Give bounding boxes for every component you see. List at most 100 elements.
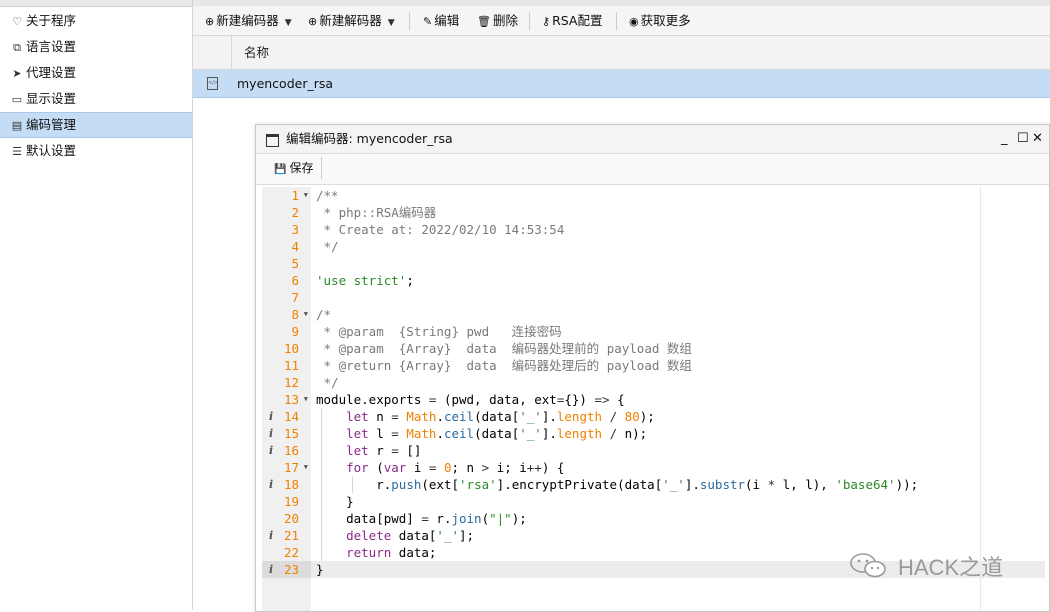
info-annotation-icon[interactable]: i bbox=[269, 442, 273, 459]
grid-header-gutter bbox=[193, 36, 232, 69]
sidebar-item-display[interactable]: ▭ 显示设置 bbox=[0, 86, 192, 112]
line-number[interactable]: 9 bbox=[262, 323, 311, 340]
column-header-name[interactable]: 名称 bbox=[244, 36, 269, 69]
code-line[interactable]: data[pwd] = r.join("|"); bbox=[311, 510, 1045, 527]
grid-header: 名称 bbox=[193, 36, 1050, 70]
code-line[interactable]: let n = Math.ceil(data['_'].length / 80)… bbox=[311, 408, 1045, 425]
fold-toggle-icon[interactable]: ▼ bbox=[304, 187, 308, 204]
indent-guide bbox=[321, 493, 322, 510]
line-number[interactable]: 19 bbox=[262, 493, 311, 510]
save-button[interactable]: 💾 保存 bbox=[266, 157, 323, 179]
line-number[interactable]: 13 ▼ bbox=[262, 391, 311, 408]
delete-button[interactable]: 🗑 删除 bbox=[477, 10, 518, 32]
line-number[interactable]: i 23 bbox=[262, 561, 311, 578]
indent-guide bbox=[321, 510, 322, 527]
line-number[interactable]: 1 ▼ bbox=[262, 187, 311, 204]
info-annotation-icon[interactable]: i bbox=[269, 425, 273, 442]
line-number[interactable]: 3 bbox=[262, 221, 311, 238]
sidebar-item-defaults[interactable]: ☰ 默认设置 bbox=[0, 138, 192, 164]
info-annotation-icon[interactable]: i bbox=[269, 527, 273, 544]
get-more-button[interactable]: ◉ 获取更多 bbox=[629, 10, 691, 32]
line-number[interactable]: 2 bbox=[262, 204, 311, 221]
sidebar-item-encoders[interactable]: ▤ 编码管理 bbox=[0, 112, 192, 138]
code-line[interactable]: delete data['_']; bbox=[311, 527, 1045, 544]
code-line[interactable]: let l = Math.ceil(data['_'].length / n); bbox=[311, 425, 1045, 442]
code-line[interactable]: * @param {String} pwd 连接密码 bbox=[311, 323, 1045, 340]
wechat-logo-icon bbox=[850, 553, 886, 578]
fold-toggle-icon[interactable]: ▼ bbox=[304, 459, 308, 476]
line-number-text: 14 bbox=[283, 409, 299, 424]
window-titlebar[interactable]: 编辑编码器: myencoder_rsa _ ☐ ✕ bbox=[256, 125, 1049, 154]
line-number-text: 16 bbox=[283, 443, 299, 458]
line-number[interactable]: i 18 bbox=[262, 476, 311, 493]
table-row[interactable]: </> myencoder_rsa bbox=[193, 70, 1050, 98]
line-number[interactable]: 8 ▼ bbox=[262, 306, 311, 323]
code-editor[interactable]: 1 ▼ 2 3 4 5 6 7 8 ▼ 9 10 11 12 13 ▼ i 14 i 15 i 16 17 ▼ i 18 19 20 i… bbox=[262, 187, 1045, 611]
code-line[interactable]: 'use strict'; bbox=[311, 272, 1045, 289]
toolbar-divider bbox=[529, 12, 530, 30]
new-encoder-button[interactable]: ⊕ 新建编码器 ▼ bbox=[205, 10, 292, 32]
code-area[interactable]: /** * php::RSA编码器 * Create at: 2022/02/1… bbox=[311, 187, 1045, 611]
file-code-icon: </> bbox=[207, 77, 218, 90]
line-number-text: 15 bbox=[283, 426, 299, 441]
line-number[interactable]: 10 bbox=[262, 340, 311, 357]
sidebar-item-label: 默认设置 bbox=[26, 143, 77, 158]
encoder-name-cell: myencoder_rsa bbox=[237, 76, 334, 91]
code-line[interactable]: /** bbox=[311, 187, 1045, 204]
code-line[interactable]: * @return {Array} data 编码器处理后的 payload 数… bbox=[311, 357, 1045, 374]
info-annotation-icon[interactable]: i bbox=[269, 476, 273, 493]
delete-label: 删除 bbox=[492, 13, 518, 28]
rsa-config-button[interactable]: ⚷ RSA配置 bbox=[542, 10, 602, 32]
sidebar-item-about[interactable]: ♡ 关于程序 bbox=[0, 8, 192, 34]
line-number[interactable]: 20 bbox=[262, 510, 311, 527]
line-number-text: 22 bbox=[283, 545, 299, 560]
code-line[interactable]: r.push(ext['rsa'].encryptPrivate(data['_… bbox=[311, 476, 1045, 493]
line-number[interactable]: i 21 bbox=[262, 527, 311, 544]
line-number-text: 21 bbox=[283, 528, 299, 543]
code-line[interactable]: module.exports = (pwd, data, ext={}) => … bbox=[311, 391, 1045, 408]
line-number[interactable]: i 15 bbox=[262, 425, 311, 442]
code-line[interactable]: let r = [] bbox=[311, 442, 1045, 459]
edit-button[interactable]: ✎ 编辑 bbox=[423, 10, 459, 32]
line-number[interactable]: 12 bbox=[262, 374, 311, 391]
fold-toggle-icon[interactable]: ▼ bbox=[304, 391, 308, 408]
language-icon: ⧉ bbox=[13, 41, 21, 54]
fold-toggle-icon[interactable]: ▼ bbox=[304, 306, 308, 323]
sidebar-item-label: 语言设置 bbox=[26, 39, 77, 54]
maximize-icon[interactable]: ☐ bbox=[1017, 125, 1029, 153]
line-number-text: 4 bbox=[291, 239, 299, 254]
line-number[interactable]: 22 bbox=[262, 544, 311, 561]
line-number[interactable]: 4 bbox=[262, 238, 311, 255]
sliders-icon: ☰ bbox=[12, 145, 22, 158]
line-number[interactable]: 6 bbox=[262, 272, 311, 289]
sidebar-item-label: 显示设置 bbox=[26, 91, 77, 106]
code-line[interactable]: * Create at: 2022/02/10 14:53:54 bbox=[311, 221, 1045, 238]
minimize-icon[interactable]: _ bbox=[1001, 125, 1008, 153]
code-line[interactable]: * php::RSA编码器 bbox=[311, 204, 1045, 221]
code-line[interactable]: */ bbox=[311, 374, 1045, 391]
new-decoder-button[interactable]: ⊕ 新建解码器 ▼ bbox=[308, 10, 395, 32]
code-line[interactable]: } bbox=[311, 493, 1045, 510]
code-line[interactable] bbox=[311, 255, 1045, 272]
line-number[interactable]: i 16 bbox=[262, 442, 311, 459]
line-number-text: 13 bbox=[283, 392, 299, 407]
line-number-text: 18 bbox=[283, 477, 299, 492]
line-number-text: 7 bbox=[291, 290, 299, 305]
line-number[interactable]: 7 bbox=[262, 289, 311, 306]
code-line[interactable]: /* bbox=[311, 306, 1045, 323]
code-line[interactable]: * @param {Array} data 编码器处理前的 payload 数组 bbox=[311, 340, 1045, 357]
settings-sidebar: ♡ 关于程序 ⧉ 语言设置 ➤ 代理设置 ▭ 显示设置 ▤ 编码管理 ☰ 默认设置 bbox=[0, 0, 193, 610]
close-icon[interactable]: ✕ bbox=[1032, 125, 1043, 153]
trash-icon: 🗑 bbox=[477, 15, 491, 28]
line-number[interactable]: i 14 bbox=[262, 408, 311, 425]
code-line[interactable] bbox=[311, 289, 1045, 306]
info-annotation-icon[interactable]: i bbox=[269, 408, 273, 425]
code-line[interactable]: */ bbox=[311, 238, 1045, 255]
sidebar-item-language[interactable]: ⧉ 语言设置 bbox=[0, 34, 192, 60]
line-number[interactable]: 11 bbox=[262, 357, 311, 374]
line-number[interactable]: 5 bbox=[262, 255, 311, 272]
info-annotation-icon[interactable]: i bbox=[269, 561, 273, 578]
code-line[interactable]: for (var i = 0; n > i; i++) { bbox=[311, 459, 1045, 476]
line-number[interactable]: 17 ▼ bbox=[262, 459, 311, 476]
sidebar-item-proxy[interactable]: ➤ 代理设置 bbox=[0, 60, 192, 86]
